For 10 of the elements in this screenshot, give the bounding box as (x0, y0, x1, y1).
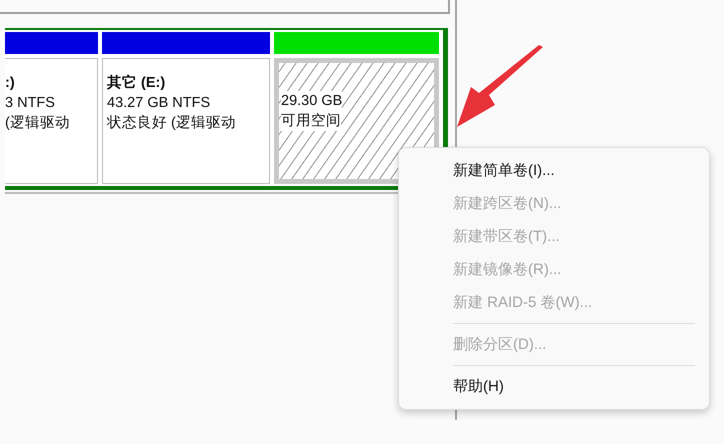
partition-info: 状态良好 (逻辑驱动 (107, 113, 236, 133)
partition-info: (逻辑驱动 (5, 113, 70, 133)
partition-info: 可用空间 (281, 111, 341, 131)
partition-title: 其它 (E:) (107, 73, 166, 93)
partition-block[interactable]: :) 3 NTFS (逻辑驱动 (5, 58, 98, 184)
partition-title: :) (5, 74, 15, 93)
partition-info: 29.30 GB (281, 91, 342, 111)
unallocated-partition[interactable]: 29.30 GB 可用空间 (274, 58, 439, 184)
menu-item[interactable]: 帮助(H) (399, 370, 709, 403)
partition-block[interactable]: 其它 (E:) 43.27 GB NTFS 状态良好 (逻辑驱动 (102, 58, 270, 184)
